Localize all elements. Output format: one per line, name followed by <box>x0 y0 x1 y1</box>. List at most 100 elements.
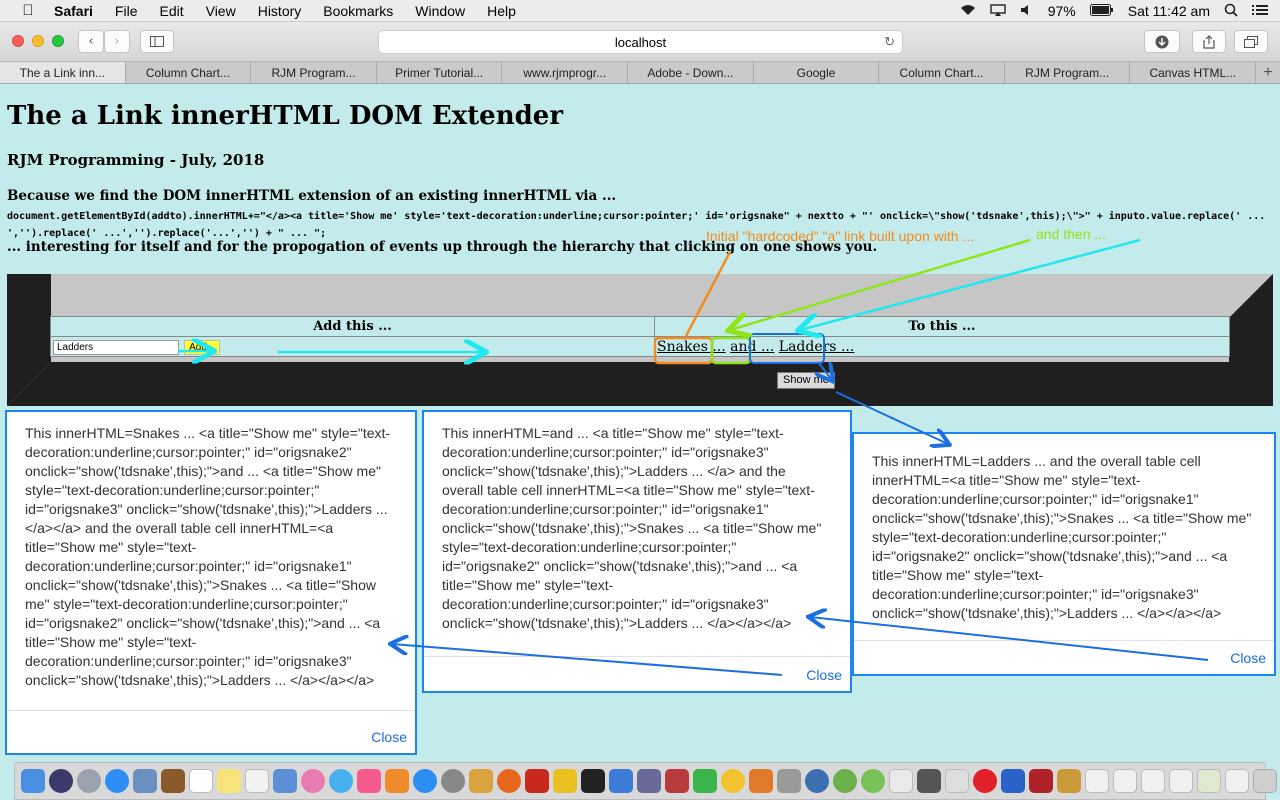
popup-snakes-close-button[interactable]: Close <box>371 728 407 747</box>
photo-booth-icon[interactable] <box>665 769 689 793</box>
sidebar-toggle-icon[interactable] <box>140 30 174 53</box>
tabs-overview-icon[interactable] <box>1234 30 1268 53</box>
automator-icon[interactable] <box>1057 769 1081 793</box>
tools-icon[interactable] <box>917 769 941 793</box>
menu-view[interactable]: View <box>206 3 236 19</box>
new-tab-icon[interactable]: + <box>1256 62 1280 83</box>
menu-file[interactable]: File <box>115 3 138 19</box>
add-text-input[interactable] <box>53 340 179 355</box>
tab-canvas-html[interactable]: Canvas HTML... <box>1130 62 1257 83</box>
menu-edit[interactable]: Edit <box>159 3 183 19</box>
messages-icon[interactable] <box>329 769 353 793</box>
volume-icon[interactable] <box>1020 3 1034 19</box>
filezilla-icon[interactable] <box>525 769 549 793</box>
app-store-icon[interactable] <box>413 769 437 793</box>
tab-column-chart-1[interactable]: Column Chart... <box>126 62 252 83</box>
facetime-icon[interactable] <box>693 769 717 793</box>
address-bar[interactable]: localhost ↻ <box>378 30 903 54</box>
pen-icon[interactable] <box>945 769 969 793</box>
menu-bookmarks[interactable]: Bookmarks <box>323 3 393 19</box>
android-icon[interactable] <box>861 769 885 793</box>
document-icon[interactable] <box>1085 769 1109 793</box>
photos-icon[interactable] <box>301 769 325 793</box>
siri-icon[interactable] <box>49 769 73 793</box>
visual-studio-code-icon[interactable] <box>1001 769 1025 793</box>
close-window-icon[interactable] <box>12 35 24 47</box>
browser-toolbar: ‹ › localhost ↻ <box>0 22 1280 62</box>
apple-icon[interactable]:  <box>20 2 36 19</box>
system-preferences-icon[interactable] <box>441 769 465 793</box>
itunes-icon[interactable] <box>357 769 381 793</box>
acrobat-icon[interactable] <box>1029 769 1053 793</box>
battery-icon[interactable] <box>1089 3 1114 19</box>
document-icon[interactable] <box>1141 769 1165 793</box>
xcode-icon[interactable] <box>609 769 633 793</box>
contacts-icon[interactable] <box>161 769 185 793</box>
spreadsheet-icon[interactable] <box>1197 769 1221 793</box>
launchpad-icon[interactable] <box>77 769 101 793</box>
show-me-button[interactable]: Show me <box>777 372 835 389</box>
opera-icon[interactable] <box>973 769 997 793</box>
chrome-icon[interactable] <box>721 769 745 793</box>
safari-icon[interactable] <box>105 769 129 793</box>
link-ladders[interactable]: Ladders ... <box>779 339 855 355</box>
tab-link-innerhtml[interactable]: The a Link inn... <box>0 62 126 83</box>
menu-window[interactable]: Window <box>415 3 465 19</box>
reminders-icon[interactable] <box>245 769 269 793</box>
firefox-icon[interactable] <box>497 769 521 793</box>
menu-history[interactable]: History <box>258 3 302 19</box>
tab-google[interactable]: Google <box>754 62 880 83</box>
popup-ladders-close-button[interactable]: Close <box>1230 649 1266 668</box>
utility-icon[interactable] <box>777 769 801 793</box>
popup-snakes: This innerHTML=Snakes ... <a title="Show… <box>5 410 417 755</box>
popup-snakes-text: This innerHTML=Snakes ... <a title="Show… <box>25 425 391 688</box>
dock <box>14 762 1277 800</box>
wifi-icon[interactable] <box>960 3 976 19</box>
demo-area: Add this ... To this ... Add... Snakes .… <box>7 274 1273 406</box>
script-editor-icon[interactable] <box>469 769 493 793</box>
downloads-icon[interactable] <box>1144 30 1180 53</box>
document-icon[interactable] <box>1225 769 1249 793</box>
annotation-hardcoded: Initial "hardcoded" "a" link built upon … <box>706 228 975 244</box>
popup-and-close-button[interactable]: Close <box>806 666 842 685</box>
forward-icon[interactable]: › <box>104 30 130 53</box>
zoom-window-icon[interactable] <box>52 35 64 47</box>
ibooks-icon[interactable] <box>385 769 409 793</box>
android-studio-icon[interactable] <box>833 769 857 793</box>
back-icon[interactable]: ‹ <box>78 30 104 53</box>
menu-help[interactable]: Help <box>487 3 516 19</box>
screenshot-icon[interactable] <box>637 769 661 793</box>
clock[interactable]: Sat 11:42 am <box>1128 3 1210 19</box>
bbedit-icon[interactable] <box>553 769 577 793</box>
spotlight-search-icon[interactable] <box>1224 3 1238 20</box>
maps-icon[interactable] <box>273 769 297 793</box>
preview-icon[interactable] <box>133 769 157 793</box>
textedit-icon[interactable] <box>889 769 913 793</box>
network-icon[interactable] <box>805 769 829 793</box>
document-icon[interactable] <box>1169 769 1193 793</box>
link-snakes[interactable]: Snakes ... <box>657 339 726 355</box>
tab-adobe-download[interactable]: Adobe - Down... <box>628 62 754 83</box>
tab-column-chart-2[interactable]: Column Chart... <box>879 62 1005 83</box>
reload-icon[interactable]: ↻ <box>884 34 895 50</box>
finder-icon[interactable] <box>21 769 45 793</box>
gimp-icon[interactable] <box>749 769 773 793</box>
page-subtitle: RJM Programming - July, 2018 <box>7 151 265 169</box>
notes-icon[interactable] <box>217 769 241 793</box>
airplay-icon[interactable] <box>990 3 1006 19</box>
add-button[interactable]: Add... <box>184 340 221 355</box>
popup-divider <box>7 710 415 711</box>
tab-primer-tutorial[interactable]: Primer Tutorial... <box>377 62 503 83</box>
document-icon[interactable] <box>1113 769 1137 793</box>
notification-list-icon[interactable] <box>1252 3 1268 19</box>
tab-rjm-program-1[interactable]: RJM Program... <box>251 62 377 83</box>
terminal-icon[interactable] <box>581 769 605 793</box>
tab-rjm-program-2[interactable]: RJM Program... <box>1005 62 1131 83</box>
calendar-icon[interactable] <box>189 769 213 793</box>
minimize-window-icon[interactable] <box>32 35 44 47</box>
trash-icon[interactable] <box>1253 769 1277 793</box>
share-icon[interactable] <box>1192 30 1226 53</box>
tab-rjmprogramming[interactable]: www.rjmprogr... <box>502 62 629 83</box>
link-and[interactable]: and ... <box>730 339 774 355</box>
menu-app-safari[interactable]: Safari <box>54 3 93 19</box>
